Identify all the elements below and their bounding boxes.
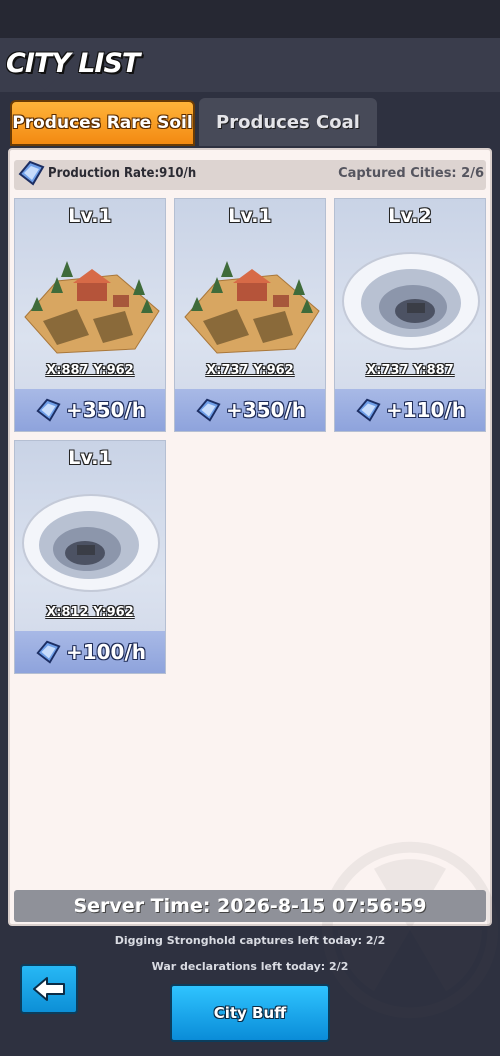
city-production: +350/h [15,389,165,431]
captured-cities-text: Captured Cities: 2/6 [338,166,484,181]
production-rate-text: Production Rate:910/h [48,166,197,181]
rare-soil-crystal-icon [36,640,61,664]
city-level: Lv.2 [388,205,432,227]
production-value: +350/h [65,398,147,422]
city-level: Lv.1 [68,447,112,469]
arrow-left-icon [33,977,65,1001]
tab-produces-rare-soil[interactable]: Produces Rare Soil [10,100,195,146]
radiation-watermark-icon [321,841,499,1019]
production-value: +100/h [65,640,147,664]
city-card[interactable]: Lv.1 X:737 Y:962 +350/h [174,198,326,432]
city-card[interactable]: Lv.1 X:812 Y:962 +100/h [14,440,166,674]
stronghold-captures-info: Digging Stronghold captures left today: … [114,934,386,947]
city-level: Lv.1 [228,205,272,227]
rare-soil-crystal-icon [356,398,381,422]
city-card[interactable]: Lv.1 X:887 Y:962 +350/h [14,198,166,432]
server-time: Server Time: 2026-8-15 07:56:59 [73,895,427,917]
city-coordinates[interactable]: X:887 Y:962 [15,363,165,378]
city-level: Lv.1 [68,205,112,227]
tab-produces-coal[interactable]: Produces Coal [199,98,377,146]
city-production: +110/h [335,389,485,431]
farm-village-icon [184,261,320,354]
rare-soil-crystal-icon [18,160,45,186]
page-title: CITY LIST [6,48,140,79]
server-time-bar: Server Time: 2026-8-15 07:56:59 [14,890,486,922]
city-coordinates[interactable]: X:737 Y:887 [335,363,485,378]
production-value: +350/h [225,398,307,422]
snow-crater-icon [22,494,160,592]
header-bar: CITY LIST [0,38,500,92]
city-buff-label: City Buff [213,1004,287,1022]
back-button[interactable] [20,964,78,1014]
city-production: +350/h [175,389,325,431]
city-production: +100/h [15,631,165,673]
city-coordinates[interactable]: X:812 Y:962 [15,605,165,620]
top-band [0,0,500,38]
rare-soil-crystal-icon [36,398,61,422]
farm-village-icon [24,261,160,354]
snow-crater-icon [342,252,480,350]
city-buff-button[interactable]: City Buff [170,984,330,1042]
header-notch [35,80,55,90]
city-coordinates[interactable]: X:737 Y:962 [175,363,325,378]
production-value: +110/h [385,398,467,422]
city-card[interactable]: Lv.2 X:737 Y:887 +110/h [334,198,486,432]
rare-soil-crystal-icon [196,398,221,422]
